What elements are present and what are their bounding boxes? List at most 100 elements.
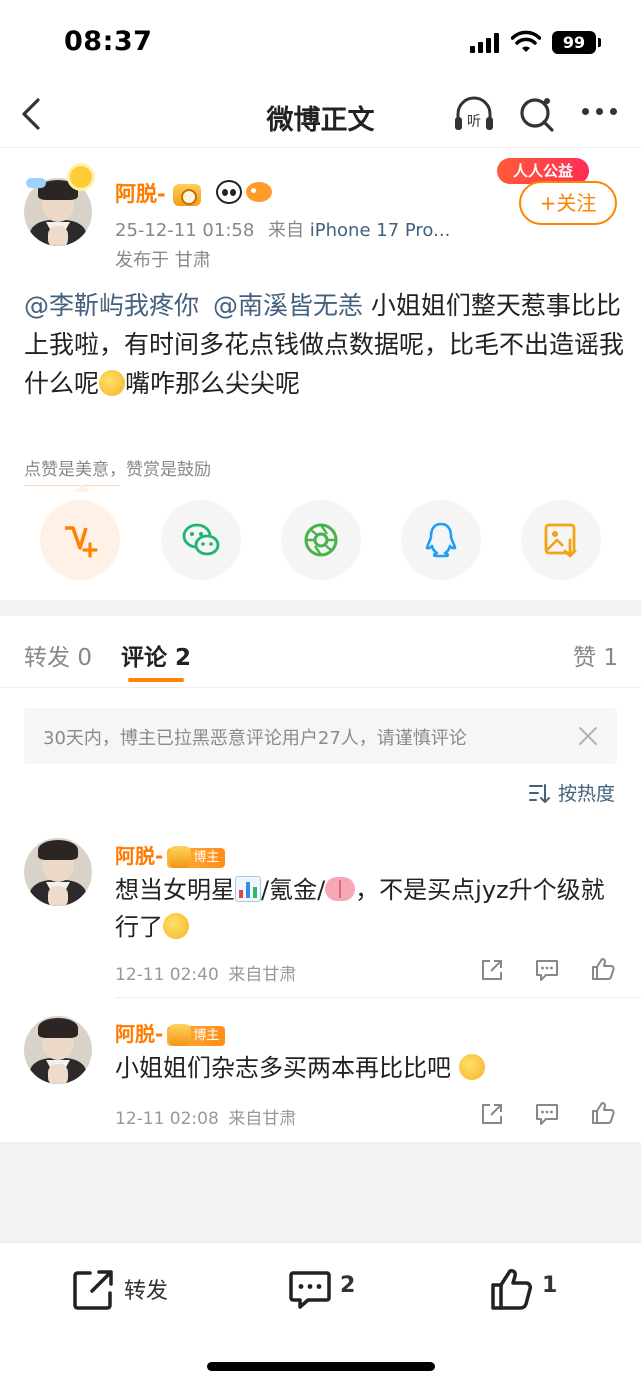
comment-author[interactable]: 阿脱- 博主 <box>115 1018 226 1047</box>
notice-text: 30天内，博主已拉黑恶意评论用户27人，请谨慎评论 <box>43 728 467 749</box>
reward-button[interactable] <box>40 500 120 580</box>
bottom-toolbar: 转发 2 1 <box>0 1242 641 1386</box>
panda-badge-icon[interactable] <box>216 180 242 204</box>
comment-text-part: 想当女明星 <box>115 876 235 904</box>
comment-author-name: 阿脱- <box>115 1022 164 1046</box>
author-name-label: 阿脱- <box>115 182 166 206</box>
sun-decoration-icon <box>70 166 92 188</box>
status-time: 08:37 <box>64 26 153 57</box>
smirk-face-emoji-icon <box>458 1054 485 1080</box>
comment-text: 小姐姐们杂志多买两本再比比吧 <box>115 1050 615 1087</box>
cloud-decoration-icon <box>26 178 46 188</box>
thumbs-up-icon <box>491 1269 532 1310</box>
comment-avatar[interactable] <box>24 838 92 906</box>
comment-time: 12-11 02:08 <box>115 1109 219 1129</box>
mention-link[interactable]: @李靳屿我疼你 <box>24 291 199 320</box>
share-comment-icon[interactable] <box>479 957 505 983</box>
weibo-v-plus-icon <box>65 526 98 558</box>
save-image-icon <box>544 523 577 558</box>
more-icon[interactable] <box>580 108 620 118</box>
tab-repost-label: 转发 <box>24 645 70 671</box>
tab-likes[interactable]: 赞 1 <box>573 638 618 672</box>
source-prefix: 来自 <box>268 220 305 241</box>
host-badge: 博主 <box>167 846 226 868</box>
tip-caret <box>74 484 90 492</box>
like-count: 1 <box>542 1273 558 1298</box>
home-indicator <box>207 1362 435 1371</box>
kiss-face-emoji-icon <box>99 370 126 396</box>
comment-avatar[interactable] <box>24 1016 92 1084</box>
search-icon[interactable] <box>518 94 556 134</box>
tab-repost-count: 0 <box>77 645 92 671</box>
bar-chart-emoji-icon <box>235 876 261 902</box>
notice-bar: 30天内，博主已拉黑恶意评论用户27人，请谨慎评论 <box>24 708 617 764</box>
moments-icon <box>304 523 338 557</box>
reward-tip: 点赞是美意，赞赏是鼓励 <box>24 460 211 480</box>
cellular-signal-icon <box>470 33 502 53</box>
repost-button[interactable]: 转发 <box>72 1267 182 1311</box>
reply-comment-icon[interactable] <box>534 1101 560 1127</box>
comment-button[interactable]: 2 <box>288 1267 368 1311</box>
status-bar: 08:37 99 <box>0 0 641 80</box>
host-badge: 博主 <box>167 1024 226 1046</box>
divider <box>115 997 641 998</box>
mention-link[interactable]: @南溪皆无恙 <box>213 291 363 320</box>
post-device[interactable]: iPhone 17 Pro... <box>310 220 451 241</box>
tongue-face-emoji-icon <box>163 913 189 939</box>
tab-repost[interactable]: 转发 0 <box>24 638 92 672</box>
share-wechat-button[interactable] <box>161 500 241 580</box>
repost-label: 转发 <box>124 1279 169 1304</box>
follow-button[interactable]: +关注 <box>519 181 617 225</box>
tab-likes-label: 赞 <box>573 645 596 671</box>
active-tab-indicator <box>128 678 184 682</box>
section-gap <box>0 600 641 616</box>
share-qq-button[interactable] <box>401 500 481 580</box>
like-comment-icon[interactable] <box>590 956 616 982</box>
comment-text-part: /氪金/ <box>261 876 326 904</box>
comment-source: 来自甘肃 <box>228 1109 297 1129</box>
share-comment-icon[interactable] <box>479 1101 505 1127</box>
tab-comments[interactable]: 评论 2 <box>121 638 191 672</box>
comment-icon <box>289 1271 331 1309</box>
comment-count: 2 <box>340 1273 356 1298</box>
fish-badge-icon[interactable] <box>246 182 272 202</box>
tip-underline <box>24 485 120 486</box>
save-image-button[interactable] <box>521 500 601 580</box>
brain-emoji-icon <box>325 877 356 901</box>
avatar[interactable] <box>24 178 92 246</box>
tab-comments-count: 2 <box>175 645 192 671</box>
divider <box>0 687 641 688</box>
post-text: @李靳屿我疼你 @南溪皆无恙 小姐姐们整天惹事比比上我啦，有时间多花点钱做点数据… <box>24 286 624 403</box>
post-author-name[interactable]: 阿脱- <box>115 178 202 208</box>
vip-crown-icon[interactable] <box>173 184 202 206</box>
svg-text:听: 听 <box>467 114 481 130</box>
like-button[interactable]: 1 <box>490 1267 570 1311</box>
comment-author[interactable]: 阿脱- 博主 <box>115 840 226 869</box>
wechat-icon <box>182 523 220 556</box>
qq-icon <box>425 522 457 558</box>
comment-author-name: 阿脱- <box>115 844 164 868</box>
post-text-tail: 嘴咋那么尖尖呢 <box>125 369 301 398</box>
wifi-icon <box>511 30 541 52</box>
post-meta: 25-12-11 01:58 来自 iPhone 17 Pro... <box>115 216 450 242</box>
sort-icon <box>529 784 550 803</box>
listen-headphones-icon[interactable]: 听 <box>452 94 496 134</box>
like-comment-icon[interactable] <box>590 1100 616 1126</box>
share-moments-button[interactable] <box>281 500 361 580</box>
comment-time: 12-11 02:40 <box>115 965 219 985</box>
comment-text-part: 小姐姐们杂志多买两本再比比吧 <box>115 1054 451 1082</box>
comment-source: 来自甘肃 <box>228 965 297 985</box>
tab-comments-label: 评论 <box>121 645 167 671</box>
list-end-area <box>0 1142 641 1242</box>
repost-icon <box>73 1270 113 1310</box>
close-icon[interactable] <box>577 725 599 747</box>
comment-meta: 12-11 02:08 来自甘肃 <box>115 1104 296 1129</box>
comment-text: 想当女明星/氪金/，不是买点jyz升个级就行了 <box>115 872 615 946</box>
battery-icon: 99 <box>552 31 601 54</box>
reply-comment-icon[interactable] <box>534 957 560 983</box>
post-time: 25-12-11 01:58 <box>115 220 255 241</box>
comment-meta: 12-11 02:40 来自甘肃 <box>115 960 296 985</box>
post-location: 发布于 甘肃 <box>115 250 211 271</box>
sort-label: 按热度 <box>558 783 616 805</box>
nav-bar: 微博正文 听 <box>0 80 641 148</box>
